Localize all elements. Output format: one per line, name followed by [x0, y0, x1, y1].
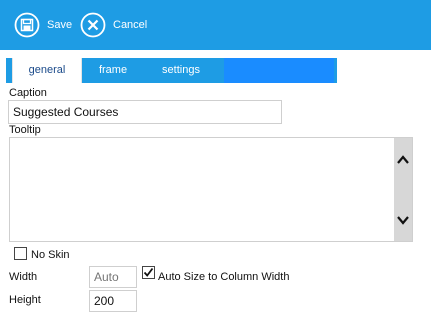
chevron-up-icon[interactable] [394, 150, 412, 170]
height-input[interactable] [89, 290, 137, 312]
no-skin-label: No Skin [31, 249, 70, 261]
cancel-button[interactable]: Cancel [80, 10, 147, 40]
save-label: Save [47, 19, 73, 31]
height-label: Height [9, 294, 41, 306]
tab-frame[interactable]: frame [86, 58, 140, 83]
auto-size-label: Auto Size to Column Width [158, 271, 290, 283]
tab-strip-highlight [224, 58, 334, 83]
tab-settings[interactable]: settings [148, 58, 214, 83]
tab-bar: general frame settings [0, 50, 431, 83]
caption-input[interactable] [8, 100, 282, 124]
no-skin-checkbox[interactable] [14, 247, 27, 260]
tooltip-scrollbar[interactable] [394, 138, 412, 241]
tooltip-label: Tooltip [9, 124, 41, 136]
toolbar: Save Cancel [0, 0, 431, 50]
checkmark-icon [143, 267, 154, 277]
chevron-down-icon[interactable] [394, 210, 412, 230]
save-button[interactable]: Save [14, 10, 72, 40]
width-label: Width [9, 271, 38, 283]
tab-general[interactable]: general [12, 58, 82, 83]
cancel-label: Cancel [113, 19, 148, 31]
tooltip-textarea[interactable] [10, 138, 395, 241]
save-icon [14, 12, 40, 38]
close-icon [80, 12, 106, 38]
width-input[interactable] [89, 266, 137, 288]
auto-size-checkbox[interactable] [142, 266, 155, 279]
tooltip-field [9, 137, 413, 242]
caption-label: Caption [9, 87, 47, 99]
